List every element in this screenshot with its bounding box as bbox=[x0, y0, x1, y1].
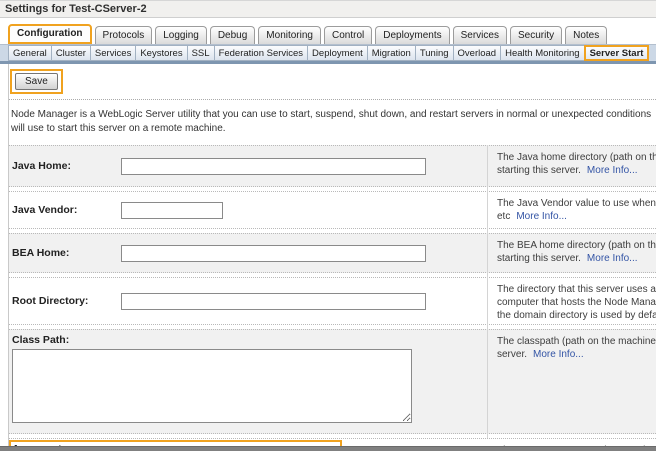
bea-home-input[interactable] bbox=[121, 244, 426, 262]
tab-control[interactable]: Control bbox=[324, 26, 373, 44]
java-home-label: Java Home: bbox=[12, 160, 71, 172]
tab-debug[interactable]: Debug bbox=[209, 26, 256, 44]
content-panel: Save Node Manager is a WebLogic Server u… bbox=[8, 64, 656, 451]
tab-services[interactable]: Services bbox=[452, 26, 507, 44]
form-row-class-path: Class Path: The classpath (path on the m… bbox=[9, 329, 656, 434]
secondary-tab-bar: General Cluster Services Keystores SSL F… bbox=[0, 44, 656, 64]
root-directory-label: Root Directory: bbox=[12, 295, 89, 307]
more-info-link[interactable]: More Info... bbox=[587, 253, 638, 264]
intro-text: Node Manager is a WebLogic Server utilit… bbox=[9, 100, 656, 145]
subtab-server-start[interactable]: Server Start bbox=[583, 45, 650, 61]
tab-security[interactable]: Security bbox=[509, 26, 563, 44]
toolbar: Save bbox=[9, 64, 656, 96]
primary-tab-bar: Configuration Protocols Logging Debug Mo… bbox=[8, 23, 656, 44]
tab-configuration[interactable]: Configuration bbox=[8, 24, 92, 44]
class-path-textarea[interactable] bbox=[12, 349, 412, 423]
subtab-ssl[interactable]: SSL bbox=[186, 45, 214, 61]
tab-logging[interactable]: Logging bbox=[155, 26, 207, 44]
subtab-keystores[interactable]: Keystores bbox=[135, 45, 187, 61]
subtab-health-monitoring[interactable]: Health Monitoring bbox=[500, 45, 584, 61]
save-button[interactable]: Save bbox=[15, 73, 58, 90]
subtab-migration[interactable]: Migration bbox=[366, 45, 415, 61]
intro-line-1: Node Manager is a WebLogic Server utilit… bbox=[11, 109, 652, 120]
server-start-form: Java Home: The Java home directory (path… bbox=[9, 145, 656, 451]
subtab-cluster[interactable]: Cluster bbox=[50, 45, 90, 61]
tab-notes[interactable]: Notes bbox=[565, 26, 608, 44]
class-path-label: Class Path: bbox=[12, 334, 70, 346]
java-home-input[interactable] bbox=[121, 157, 426, 175]
bea-home-help: The BEA home directory (path on the star… bbox=[497, 240, 656, 264]
page-title: Settings for Test-CServer-2 bbox=[0, 1, 656, 18]
subtab-federation-services[interactable]: Federation Services bbox=[213, 45, 308, 61]
subtab-services[interactable]: Services bbox=[89, 45, 136, 61]
help-column-divider bbox=[487, 145, 488, 451]
tab-monitoring[interactable]: Monitoring bbox=[258, 26, 321, 44]
more-info-link[interactable]: More Info... bbox=[516, 211, 567, 222]
java-home-help: The Java home directory (path on the sta… bbox=[497, 152, 656, 176]
form-row-java-vendor: Java Vendor: The Java Vendor value to us… bbox=[9, 191, 656, 229]
more-info-link[interactable]: More Info... bbox=[533, 349, 584, 360]
subtab-tuning[interactable]: Tuning bbox=[414, 45, 453, 61]
form-row-root-directory: Root Directory: The directory that this … bbox=[9, 277, 656, 325]
form-row-bea-home: BEA Home: The BEA home directory (path o… bbox=[9, 233, 656, 273]
subtab-general[interactable]: General bbox=[8, 45, 51, 61]
form-row-java-home: Java Home: The Java home directory (path… bbox=[9, 145, 656, 187]
root-directory-input[interactable] bbox=[121, 292, 426, 310]
class-path-help: The classpath (path on the machine r ser… bbox=[497, 336, 656, 360]
bea-home-label: BEA Home: bbox=[12, 247, 70, 259]
highlight-box-save: Save bbox=[10, 69, 63, 94]
bottom-window-edge bbox=[0, 446, 656, 451]
tab-protocols[interactable]: Protocols bbox=[94, 26, 153, 44]
root-directory-help: The directory that this server uses as c… bbox=[497, 284, 656, 321]
subtab-deployment[interactable]: Deployment bbox=[307, 45, 367, 61]
java-vendor-input[interactable] bbox=[121, 201, 223, 219]
more-info-link[interactable]: More Info... bbox=[587, 165, 638, 176]
tab-deployments[interactable]: Deployments bbox=[375, 26, 450, 44]
java-vendor-label: Java Vendor: bbox=[12, 204, 78, 216]
weblogic-settings-page: Settings for Test-CServer-2 Configuratio… bbox=[0, 0, 656, 451]
java-vendor-help: The Java Vendor value to use when s etc M… bbox=[497, 198, 656, 222]
subtab-overload[interactable]: Overload bbox=[452, 45, 501, 61]
tab-bar-filler bbox=[649, 45, 656, 61]
intro-line-2: will use to start this server on a remot… bbox=[11, 123, 226, 134]
